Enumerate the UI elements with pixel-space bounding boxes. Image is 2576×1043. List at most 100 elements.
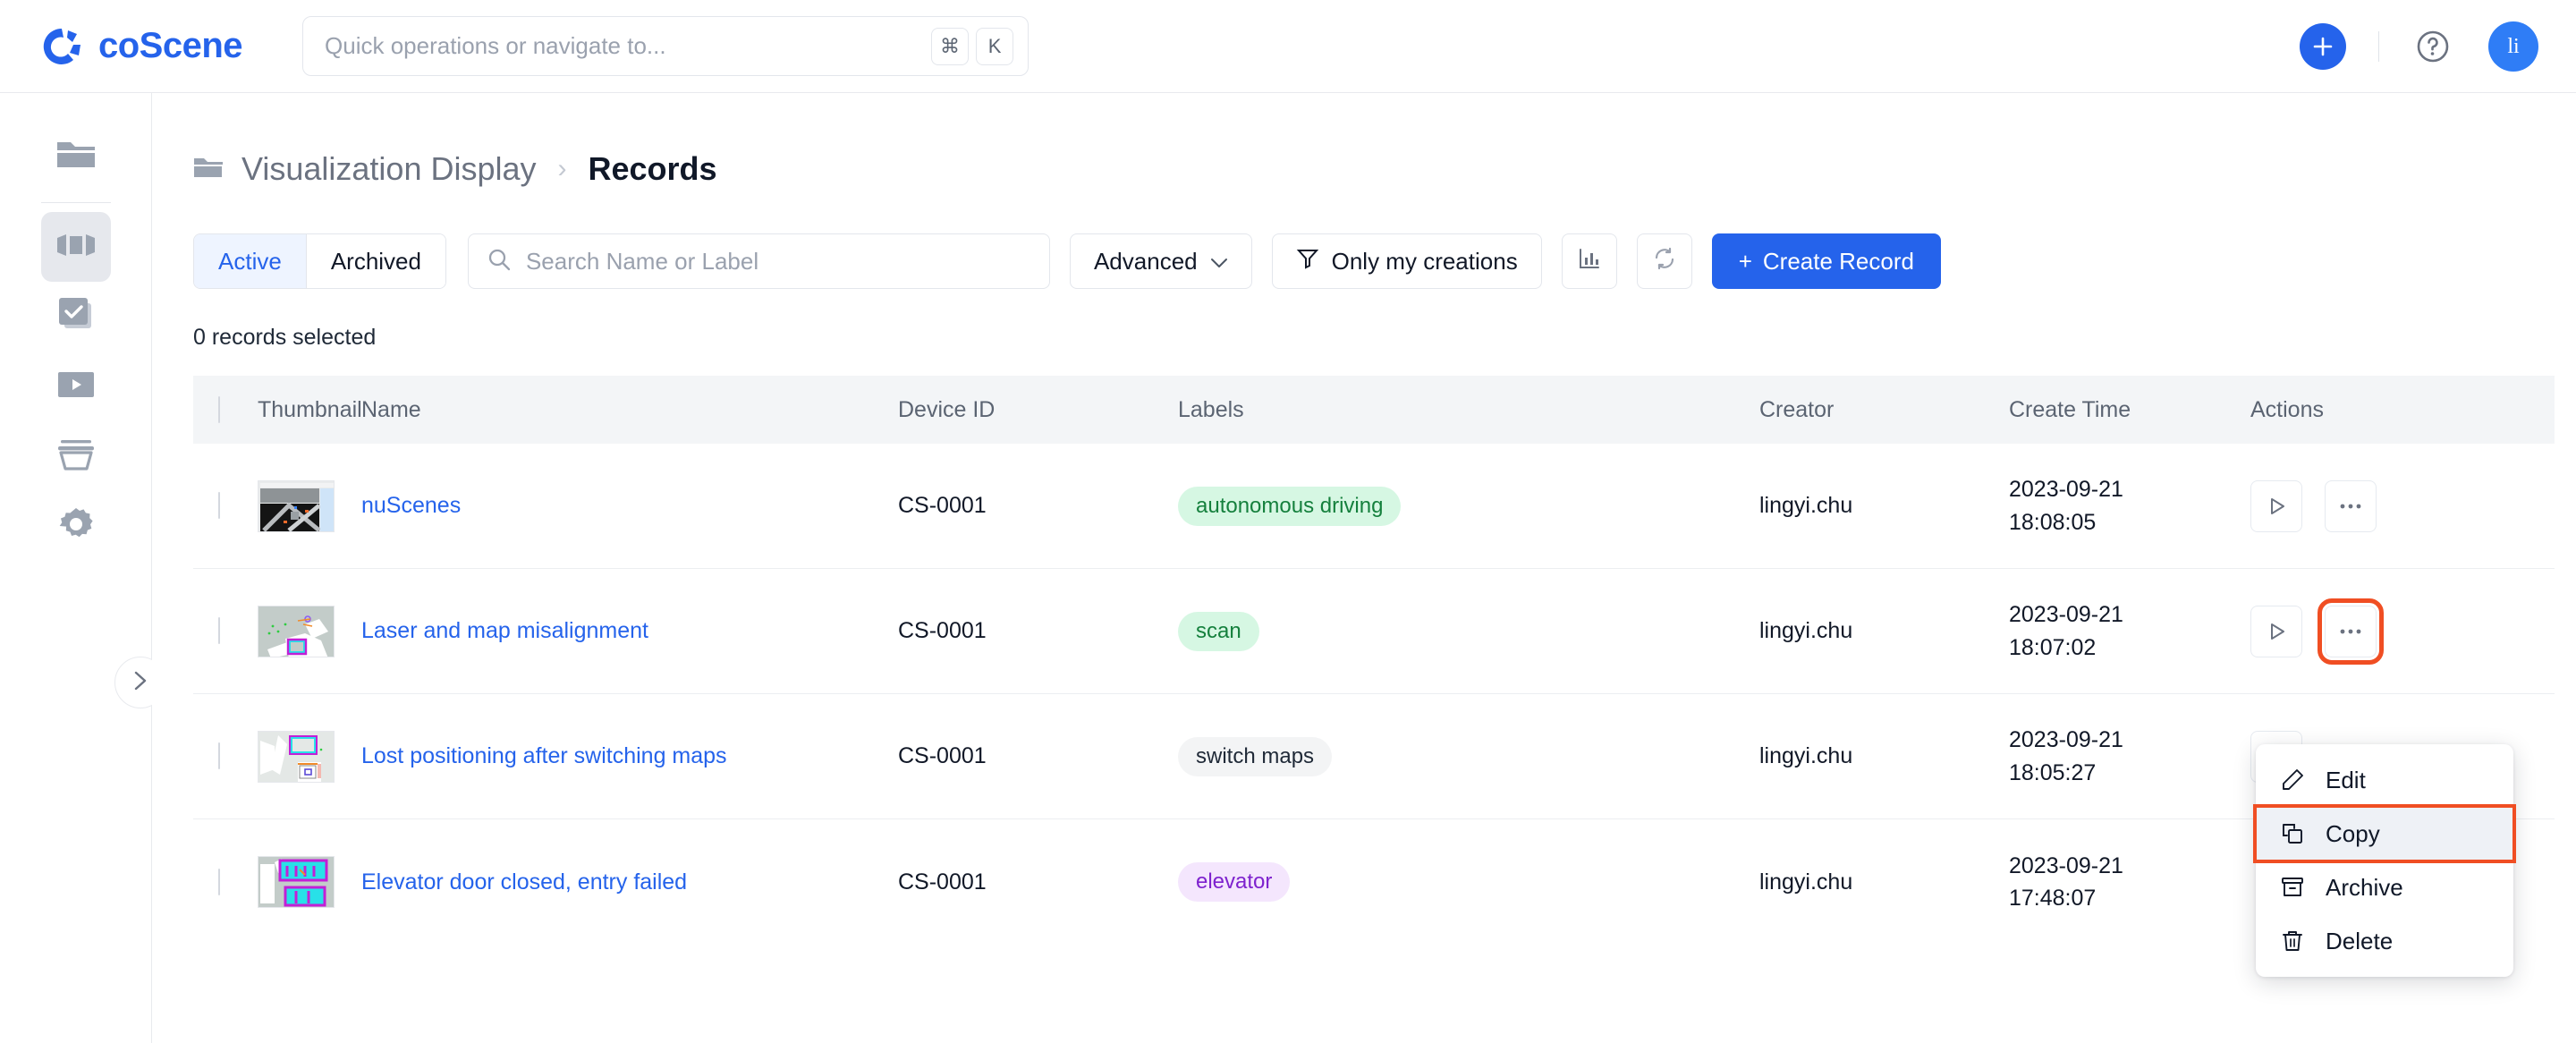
menu-item-edit[interactable]: Edit: [2256, 753, 2513, 807]
thumbnail-cell[interactable]: [258, 605, 361, 657]
row-select-cell[interactable]: [193, 868, 258, 895]
records-table: Thumbnail Name Device ID Labels Creator …: [193, 376, 2555, 945]
table-row[interactable]: Lost positioning after switching maps CS…: [193, 694, 2555, 819]
kbd-k: K: [976, 27, 1014, 65]
thumbnail-cell[interactable]: [258, 479, 361, 532]
search-icon: [487, 247, 512, 276]
label-badge[interactable]: switch maps: [1178, 736, 1333, 776]
record-name-link[interactable]: Elevator door closed, entry failed: [361, 869, 898, 895]
table-row[interactable]: Elevator door closed, entry failed CS-00…: [193, 819, 2555, 945]
record-create-time: 2023-09-21 17:48:07: [2009, 850, 2250, 915]
omnibox-search[interactable]: Quick operations or navigate to... ⌘ K: [302, 16, 1030, 76]
menu-item-delete[interactable]: Delete: [2256, 914, 2513, 968]
label-badge[interactable]: autonomous driving: [1178, 486, 1402, 526]
toolbar-divider: [2378, 31, 2379, 62]
menu-item-copy[interactable]: Copy: [2253, 804, 2516, 863]
row-select-cell[interactable]: [193, 742, 258, 769]
bar-chart-icon: [1578, 247, 1601, 276]
only-my-creations-label: Only my creations: [1331, 247, 1518, 275]
record-device-id: CS-0001: [898, 493, 987, 518]
create-clock: 17:48:07: [2009, 886, 2097, 911]
record-labels-cell: scan: [1178, 611, 1759, 651]
column-actions: Actions: [2250, 396, 2324, 422]
record-creator: lingyi.chu: [1759, 618, 1853, 643]
select-all-checkbox[interactable]: [218, 395, 220, 423]
help-icon[interactable]: [2411, 25, 2454, 68]
row-checkbox[interactable]: [218, 742, 220, 769]
sidebar-item-projects[interactable]: [41, 123, 111, 193]
play-rect-icon: [55, 369, 97, 404]
sidebar-item-tasks[interactable]: [41, 282, 111, 352]
more-actions-button[interactable]: [2317, 598, 2384, 665]
row-checkbox[interactable]: [218, 868, 220, 895]
top-bar: coScene Quick operations or navigate to.…: [0, 0, 2576, 93]
top-bar-actions: li: [2300, 0, 2538, 93]
left-rail: [0, 93, 166, 1043]
record-creator: lingyi.chu: [1759, 493, 1853, 518]
row-checkbox[interactable]: [218, 617, 220, 644]
column-create-time: Create Time: [2009, 396, 2131, 422]
menu-label: Delete: [2326, 927, 2394, 954]
column-device-id: Device ID: [898, 396, 996, 422]
record-device-id: CS-0001: [898, 869, 987, 895]
record-creator: lingyi.chu: [1759, 743, 1853, 768]
coscene-logo-icon: [41, 25, 84, 68]
refresh-button[interactable]: [1636, 233, 1692, 289]
refresh-icon: [1652, 246, 1677, 277]
breadcrumb-folder-icon: [193, 157, 224, 182]
create-date: 2023-09-21: [2009, 602, 2123, 628]
record-name-link[interactable]: Laser and map misalignment: [361, 618, 898, 644]
filter-funnel-icon: [1296, 247, 1319, 276]
main-content: Visualization Display › Records Active A…: [152, 93, 2576, 1043]
select-all-cell[interactable]: [193, 395, 258, 423]
advanced-filter-button[interactable]: Advanced: [1069, 233, 1252, 289]
record-name-link[interactable]: nuScenes: [361, 493, 898, 519]
thumbnail-cell[interactable]: [258, 730, 361, 783]
play-button[interactable]: [2250, 605, 2302, 657]
statistics-button[interactable]: [1561, 233, 1617, 289]
selection-count: 0 records selected: [193, 325, 377, 350]
record-name-link[interactable]: Lost positioning after switching maps: [361, 743, 898, 769]
sidebar-item-archive[interactable]: [41, 421, 111, 491]
brand-name: coScene: [98, 26, 243, 65]
omnibox-placeholder: Quick operations or navigate to...: [325, 32, 666, 59]
row-select-cell[interactable]: [193, 617, 258, 644]
play-button[interactable]: [2250, 479, 2302, 532]
record-thumbnail: [258, 730, 335, 783]
menu-label: Edit: [2326, 766, 2366, 793]
breadcrumb-separator-icon: ›: [557, 154, 567, 183]
create-date: 2023-09-21: [2009, 852, 2123, 878]
table-row[interactable]: Laser and map misalignment CS-0001 scan …: [193, 569, 2555, 694]
copy-icon: [2279, 822, 2306, 845]
row-select-cell[interactable]: [193, 492, 258, 519]
breadcrumb-parent[interactable]: Visualization Display: [242, 150, 537, 188]
record-create-time: 2023-09-21 18:08:05: [2009, 473, 2250, 538]
label-badge[interactable]: scan: [1178, 611, 1259, 651]
record-actions-menu: Edit Copy Archive Delete: [2253, 744, 2516, 977]
create-clock: 18:07:02: [2009, 634, 2097, 660]
menu-item-archive[interactable]: Archive: [2256, 861, 2513, 914]
more-actions-button[interactable]: [2324, 479, 2377, 532]
sidebar-item-settings[interactable]: [41, 491, 111, 561]
brand-logo[interactable]: coScene: [41, 25, 243, 68]
search-input[interactable]: Search Name or Label: [467, 233, 1050, 289]
only-my-creations-button[interactable]: Only my creations: [1271, 233, 1542, 289]
label-badge[interactable]: elevator: [1178, 862, 1291, 902]
row-checkbox[interactable]: [218, 492, 220, 519]
menu-label: Copy: [2326, 819, 2380, 847]
page-title: Records: [588, 150, 717, 187]
tab-active[interactable]: Active: [194, 234, 306, 288]
thumbnail-cell[interactable]: [258, 856, 361, 908]
column-thumbnail: Thumbnail: [258, 396, 362, 422]
video-panorama-icon: [55, 231, 97, 264]
record-thumbnail: [258, 605, 335, 657]
record-create-time: 2023-09-21 18:07:02: [2009, 598, 2250, 664]
archive-icon: [2279, 876, 2306, 899]
user-avatar[interactable]: li: [2488, 21, 2538, 72]
tab-archived[interactable]: Archived: [305, 234, 445, 288]
create-record-button[interactable]: + Create Record: [1711, 233, 1941, 289]
sidebar-item-playback[interactable]: [41, 352, 111, 421]
table-row[interactable]: nuScenes CS-0001 autonomous driving ling…: [193, 444, 2555, 569]
sidebar-item-visualization[interactable]: [40, 212, 111, 282]
add-button[interactable]: [2300, 23, 2346, 70]
